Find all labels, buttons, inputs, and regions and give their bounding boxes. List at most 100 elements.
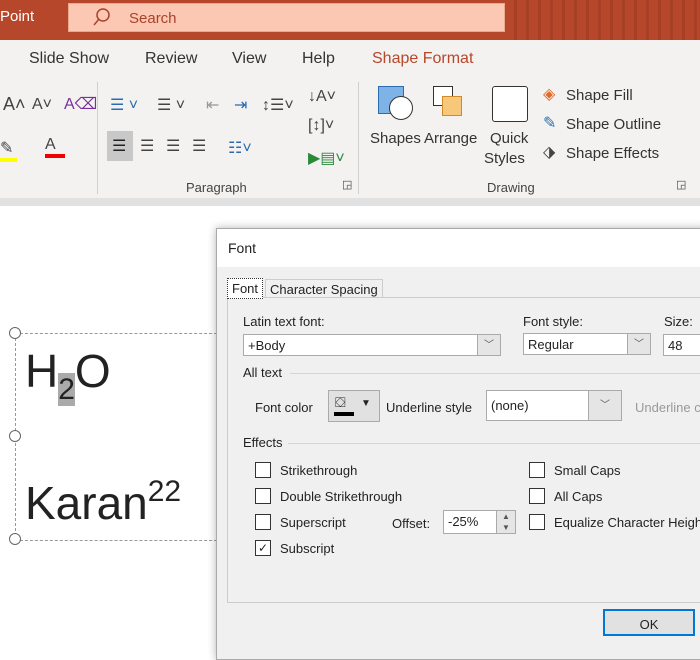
o-char: O <box>74 345 111 397</box>
latin-font-select[interactable]: +Body ﹀ <box>243 334 501 356</box>
dialog-title-bar: Font <box>217 229 700 267</box>
font-style-select[interactable]: Regular ﹀ <box>523 333 651 355</box>
superscript-checkbox[interactable] <box>255 514 271 530</box>
tab-help[interactable]: Help <box>302 50 335 68</box>
subscript-checkbox[interactable]: ✓ <box>255 540 271 556</box>
shape-effects-button[interactable]: Shape Effects <box>566 145 659 162</box>
justify-icon[interactable]: ☰ <box>192 136 206 156</box>
chevron-down-icon[interactable]: ﹀ <box>588 391 621 420</box>
size-input[interactable]: 48 <box>663 334 700 356</box>
size-label: Size: <box>664 314 693 329</box>
numbering-icon[interactable]: ☰ ˅ <box>157 95 185 115</box>
font-color-button[interactable]: ⛋ ▼ <box>328 390 380 422</box>
font-style-value: Regular <box>528 337 574 352</box>
arrange-button[interactable]: Arrange <box>424 130 477 147</box>
subscript-label[interactable]: Subscript <box>280 541 334 556</box>
resize-handle[interactable] <box>9 327 21 339</box>
tab-character-spacing[interactable]: Character Spacing <box>265 279 383 299</box>
resize-handle[interactable] <box>9 533 21 545</box>
align-text-icon[interactable]: [↕]˅ <box>308 117 334 135</box>
superscript-label[interactable]: Superscript <box>280 515 346 530</box>
underline-style-select[interactable]: (none) ﹀ <box>486 390 622 421</box>
paragraph-launcher-icon[interactable]: ◲ <box>342 178 352 191</box>
underline-color-label: Underline c <box>635 400 700 415</box>
clear-formatting-icon[interactable]: A⌫ <box>64 94 97 114</box>
tab-view[interactable]: View <box>232 50 266 68</box>
shapes-button[interactable]: Shapes <box>370 130 421 147</box>
small-caps-label[interactable]: Small Caps <box>554 463 620 478</box>
shape-outline-icon: ✎ <box>543 115 557 132</box>
quick-styles-icon <box>492 86 528 122</box>
offset-spinner[interactable]: -25% ▲ ▼ <box>443 510 516 534</box>
karan-text: Karan <box>25 477 148 529</box>
all-caps-label[interactable]: All Caps <box>554 489 602 504</box>
shape-outline-button[interactable]: Shape Outline <box>566 116 661 133</box>
double-strikethrough-label[interactable]: Double Strikethrough <box>280 489 402 504</box>
decrease-indent-icon[interactable]: ⇤ <box>206 95 219 115</box>
all-text-heading: All text <box>243 365 283 380</box>
search-icon <box>93 8 110 26</box>
caret-down-icon: ▼ <box>361 398 371 409</box>
paint-bucket-icon: ⛋ <box>335 394 346 410</box>
grow-font-icon[interactable]: A˄ <box>3 94 26 115</box>
columns-icon[interactable]: ☷˅ <box>228 138 252 158</box>
shape-fill-icon: ◈ <box>543 86 556 103</box>
equalize-height-checkbox[interactable] <box>529 514 545 530</box>
text-direction-icon[interactable]: ↓A˅ <box>308 88 336 106</box>
highlight-icon[interactable]: ✎ <box>0 138 17 162</box>
shape-fill-button[interactable]: Shape Fill <box>566 87 633 104</box>
offset-label: Offset: <box>392 516 431 531</box>
slide-text-karan[interactable]: Karan22 <box>25 475 181 530</box>
search-input[interactable]: Search <box>68 3 505 32</box>
paragraph-group-label: Paragraph <box>186 180 247 195</box>
ok-button[interactable]: OK <box>603 609 695 636</box>
quick-styles-label[interactable]: Styles <box>484 150 525 167</box>
align-right-icon[interactable]: ☰ <box>166 136 180 156</box>
app-name: Point <box>0 8 35 25</box>
h-char: H <box>25 345 59 397</box>
latin-font-label: Latin text font: <box>243 314 325 329</box>
line-spacing-icon[interactable]: ↕☰˅ <box>262 95 294 115</box>
ribbon-divider <box>0 198 700 206</box>
subscript-char: 2 <box>58 373 75 406</box>
tab-review[interactable]: Review <box>145 50 197 68</box>
align-left-button[interactable]: ☰ <box>107 131 133 161</box>
font-style-label: Font style: <box>523 314 583 329</box>
increase-indent-icon[interactable]: ⇥ <box>234 95 247 115</box>
align-center-icon[interactable]: ☰ <box>140 136 154 156</box>
title-bar-pattern <box>505 0 700 40</box>
spinner-arrows-icon[interactable]: ▲ ▼ <box>496 511 515 533</box>
resize-handle[interactable] <box>9 430 21 442</box>
all-caps-checkbox[interactable] <box>529 488 545 504</box>
chevron-down-icon[interactable]: ﹀ <box>627 334 650 354</box>
tab-slide-show[interactable]: Slide Show <box>29 50 109 68</box>
superscript-text: 22 <box>147 475 182 508</box>
tab-font[interactable]: Font <box>227 278 264 299</box>
drawing-launcher-icon[interactable]: ◲ <box>676 178 686 191</box>
chevron-down-icon[interactable]: ﹀ <box>477 335 500 355</box>
drawing-group-label: Drawing <box>487 180 535 195</box>
font-dialog: Font Font Character Spacing Latin text f… <box>216 228 700 660</box>
shape-effects-icon: ⬗ <box>543 144 556 161</box>
offset-value: -25% <box>448 514 479 529</box>
quick-styles-button[interactable]: Quick <box>490 130 528 147</box>
small-caps-checkbox[interactable] <box>529 462 545 478</box>
effects-heading: Effects <box>243 435 283 450</box>
strikethrough-checkbox[interactable] <box>255 462 271 478</box>
underline-style-label: Underline style <box>386 400 472 415</box>
equalize-height-label[interactable]: Equalize Character Height <box>554 515 700 530</box>
smartart-icon[interactable]: ▶▤˅ <box>308 148 345 168</box>
size-value: 48 <box>668 338 683 353</box>
search-placeholder: Search <box>129 10 177 27</box>
latin-font-value: +Body <box>248 338 286 353</box>
dialog-title: Font <box>228 240 257 256</box>
bullets-icon[interactable]: ☰ ˅ <box>110 95 138 115</box>
double-strikethrough-checkbox[interactable] <box>255 488 271 504</box>
strikethrough-label[interactable]: Strikethrough <box>280 463 357 478</box>
tab-shape-format[interactable]: Shape Format <box>372 50 473 68</box>
font-color-label: Font color <box>255 400 313 415</box>
underline-style-value: (none) <box>491 398 529 413</box>
slide-text-h2o[interactable]: H2O <box>25 344 111 407</box>
font-color-icon[interactable]: A <box>45 136 65 158</box>
shrink-font-icon[interactable]: A˅ <box>32 96 52 114</box>
